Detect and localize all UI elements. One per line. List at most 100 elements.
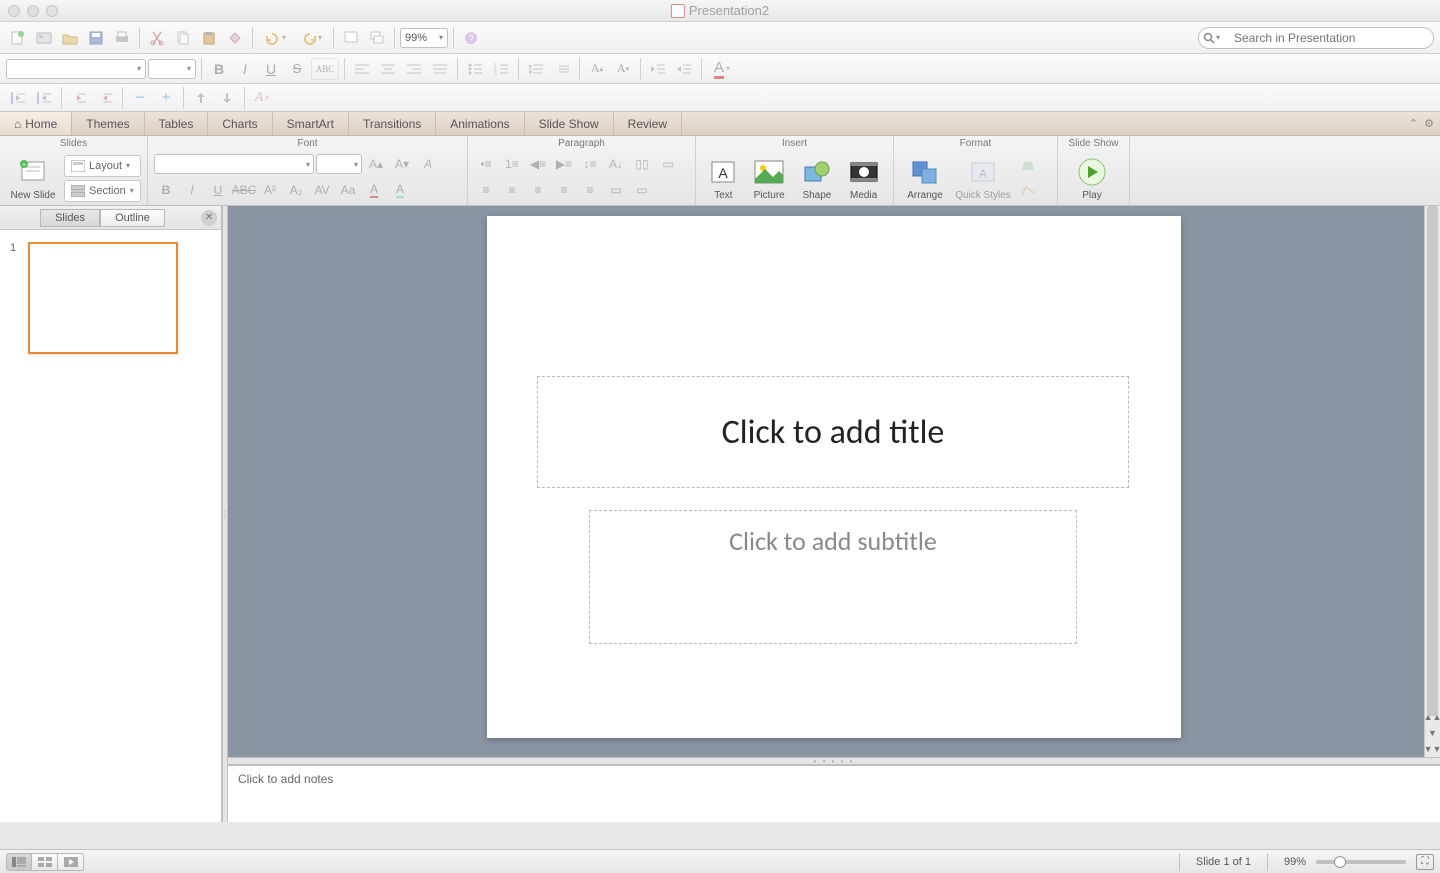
ribbon-bullets[interactable]: •≡ <box>474 153 498 175</box>
ribbon-highlight-color[interactable]: A <box>388 179 412 201</box>
ribbon-text-direction[interactable]: A↓ <box>604 153 628 175</box>
slideshow-view-button[interactable] <box>58 853 84 871</box>
ribbon-numbering[interactable]: 1≡ <box>500 153 524 175</box>
ribbon-font-color[interactable]: A <box>362 179 386 201</box>
ribbon-superscript[interactable]: A² <box>258 179 282 201</box>
copy-icon[interactable] <box>171 26 195 50</box>
ribbon-subscript[interactable]: A₂ <box>284 179 308 201</box>
grow-font-button[interactable]: A▴ <box>364 153 388 175</box>
ribbon-distribute[interactable]: ≡ <box>578 179 602 201</box>
title-placeholder[interactable]: Click to add title <box>537 376 1129 488</box>
notes-pane[interactable]: Click to add notes <box>228 765 1440 822</box>
increase-font-button[interactable]: A▴ <box>585 58 609 80</box>
slide-canvas[interactable]: Click to add title Click to add subtitle… <box>228 206 1440 757</box>
ribbon-dec-indent[interactable]: ◀≡ <box>526 153 550 175</box>
move-up-button[interactable] <box>189 87 213 109</box>
clear-format-button[interactable]: A <box>416 153 440 175</box>
indent-paragraph-button[interactable] <box>32 87 56 109</box>
underline-button[interactable]: U <box>259 58 283 80</box>
cut-icon[interactable] <box>145 26 169 50</box>
open-template-icon[interactable] <box>32 26 56 50</box>
zoom-window-icon[interactable] <box>46 5 58 17</box>
ribbon-line-spacing[interactable]: ↕≡ <box>578 153 602 175</box>
close-window-icon[interactable] <box>8 5 20 17</box>
tab-smartart[interactable]: SmartArt <box>273 112 349 135</box>
close-panel-icon[interactable]: ✕ <box>201 210 217 226</box>
numbering-button[interactable]: 123 <box>489 58 513 80</box>
ribbon-bold[interactable]: B <box>154 179 178 201</box>
normal-view-button[interactable] <box>6 853 32 871</box>
tab-tables[interactable]: Tables <box>145 112 209 135</box>
panel-tab-outline[interactable]: Outline <box>100 209 165 227</box>
italic-button[interactable]: I <box>233 58 257 80</box>
strikethrough-button[interactable]: S <box>285 58 309 80</box>
decrease-font-button[interactable]: A▾ <box>611 58 635 80</box>
insert-shape-button[interactable]: Shape <box>794 151 841 205</box>
shrink-font-button[interactable]: A▾ <box>390 153 414 175</box>
insert-media-button[interactable]: Media <box>840 151 887 205</box>
subtitle-placeholder[interactable]: Click to add subtitle <box>589 510 1077 644</box>
scrollbar-thumb[interactable] <box>1427 206 1438 716</box>
bullets-button[interactable] <box>463 58 487 80</box>
line-spacing-inc-button[interactable] <box>524 58 548 80</box>
ribbon-para-dialog[interactable]: ▭ <box>630 179 654 201</box>
ribbon-change-case[interactable]: Aa <box>336 179 360 201</box>
print-icon[interactable] <box>110 26 134 50</box>
remove-button[interactable]: − <box>128 87 152 109</box>
slide-thumbnail-1[interactable] <box>28 242 178 354</box>
help-icon[interactable]: ? <box>459 26 483 50</box>
vertical-scrollbar[interactable]: ▲▲ ▼ ▼▼ <box>1424 206 1440 757</box>
align-justify-button[interactable] <box>428 58 452 80</box>
align-right-button[interactable] <box>402 58 426 80</box>
zoom-slider[interactable] <box>1316 860 1406 864</box>
ribbon-align-justify[interactable]: ≡ <box>552 179 576 201</box>
section-button[interactable]: Section <box>64 180 141 202</box>
demote-button[interactable] <box>93 87 117 109</box>
tab-review[interactable]: Review <box>614 112 682 135</box>
prev-slide-icon[interactable]: ▲▲ <box>1425 709 1440 725</box>
tab-transitions[interactable]: Transitions <box>349 112 436 135</box>
format-painter-icon[interactable] <box>223 26 247 50</box>
play-button[interactable]: Play <box>1064 151 1120 205</box>
new-file-icon[interactable] <box>6 26 30 50</box>
ribbon-align-right[interactable]: ≡ <box>526 179 550 201</box>
ribbon-align-text[interactable]: ▭ <box>656 153 680 175</box>
minimize-window-icon[interactable] <box>27 5 39 17</box>
tab-charts[interactable]: Charts <box>208 112 272 135</box>
search-icon[interactable]: ▾ <box>1198 27 1224 49</box>
ribbon-underline[interactable]: U <box>206 179 230 201</box>
panel-tab-slides[interactable]: Slides <box>40 209 100 227</box>
bold-button[interactable]: B <box>207 58 231 80</box>
collapse-ribbon-icon[interactable]: ⌃ <box>1409 117 1418 130</box>
ribbon-font-size[interactable] <box>316 154 362 174</box>
ribbon-align-center[interactable]: ≡ <box>500 179 524 201</box>
fit-to-window-button[interactable]: ⛶ <box>1416 854 1434 870</box>
ribbon-italic[interactable]: I <box>180 179 204 201</box>
insert-text-button[interactable]: A Text <box>702 151 745 205</box>
increase-indent-button[interactable] <box>672 58 696 80</box>
ribbon-settings-icon[interactable]: ⚙ <box>1424 117 1434 130</box>
quick-styles-button[interactable]: A Quick Styles <box>952 151 1014 205</box>
tab-animations[interactable]: Animations <box>436 112 524 135</box>
ribbon-convert-smartart[interactable]: ▭ <box>604 179 628 201</box>
next-slide-icon[interactable]: ▼▼ <box>1425 741 1440 757</box>
clear-formatting-button[interactable]: A✕ <box>250 87 274 109</box>
line-spacing-dec-button[interactable] <box>550 58 574 80</box>
promote-button[interactable] <box>67 87 91 109</box>
redo-icon[interactable]: ▾ <box>294 26 328 50</box>
insert-picture-button[interactable]: Picture <box>745 151 794 205</box>
open-file-icon[interactable] <box>58 26 82 50</box>
save-icon[interactable] <box>84 26 108 50</box>
scroll-down-icon[interactable]: ▼ <box>1425 725 1440 741</box>
search-input[interactable] <box>1224 27 1434 49</box>
add-button[interactable]: + <box>154 87 178 109</box>
ribbon-inc-indent[interactable]: ▶≡ <box>552 153 576 175</box>
ribbon-char-spacing[interactable]: AV <box>310 179 334 201</box>
layout-button[interactable]: Layout <box>64 155 141 177</box>
new-slide-icon[interactable] <box>339 26 363 50</box>
font-family-select[interactable] <box>6 59 146 79</box>
arrange-button[interactable]: Arrange <box>900 151 950 205</box>
ribbon-columns[interactable]: ▯▯ <box>630 153 654 175</box>
new-slide-button[interactable]: + New Slide <box>6 151 60 205</box>
outdent-paragraph-button[interactable] <box>6 87 30 109</box>
